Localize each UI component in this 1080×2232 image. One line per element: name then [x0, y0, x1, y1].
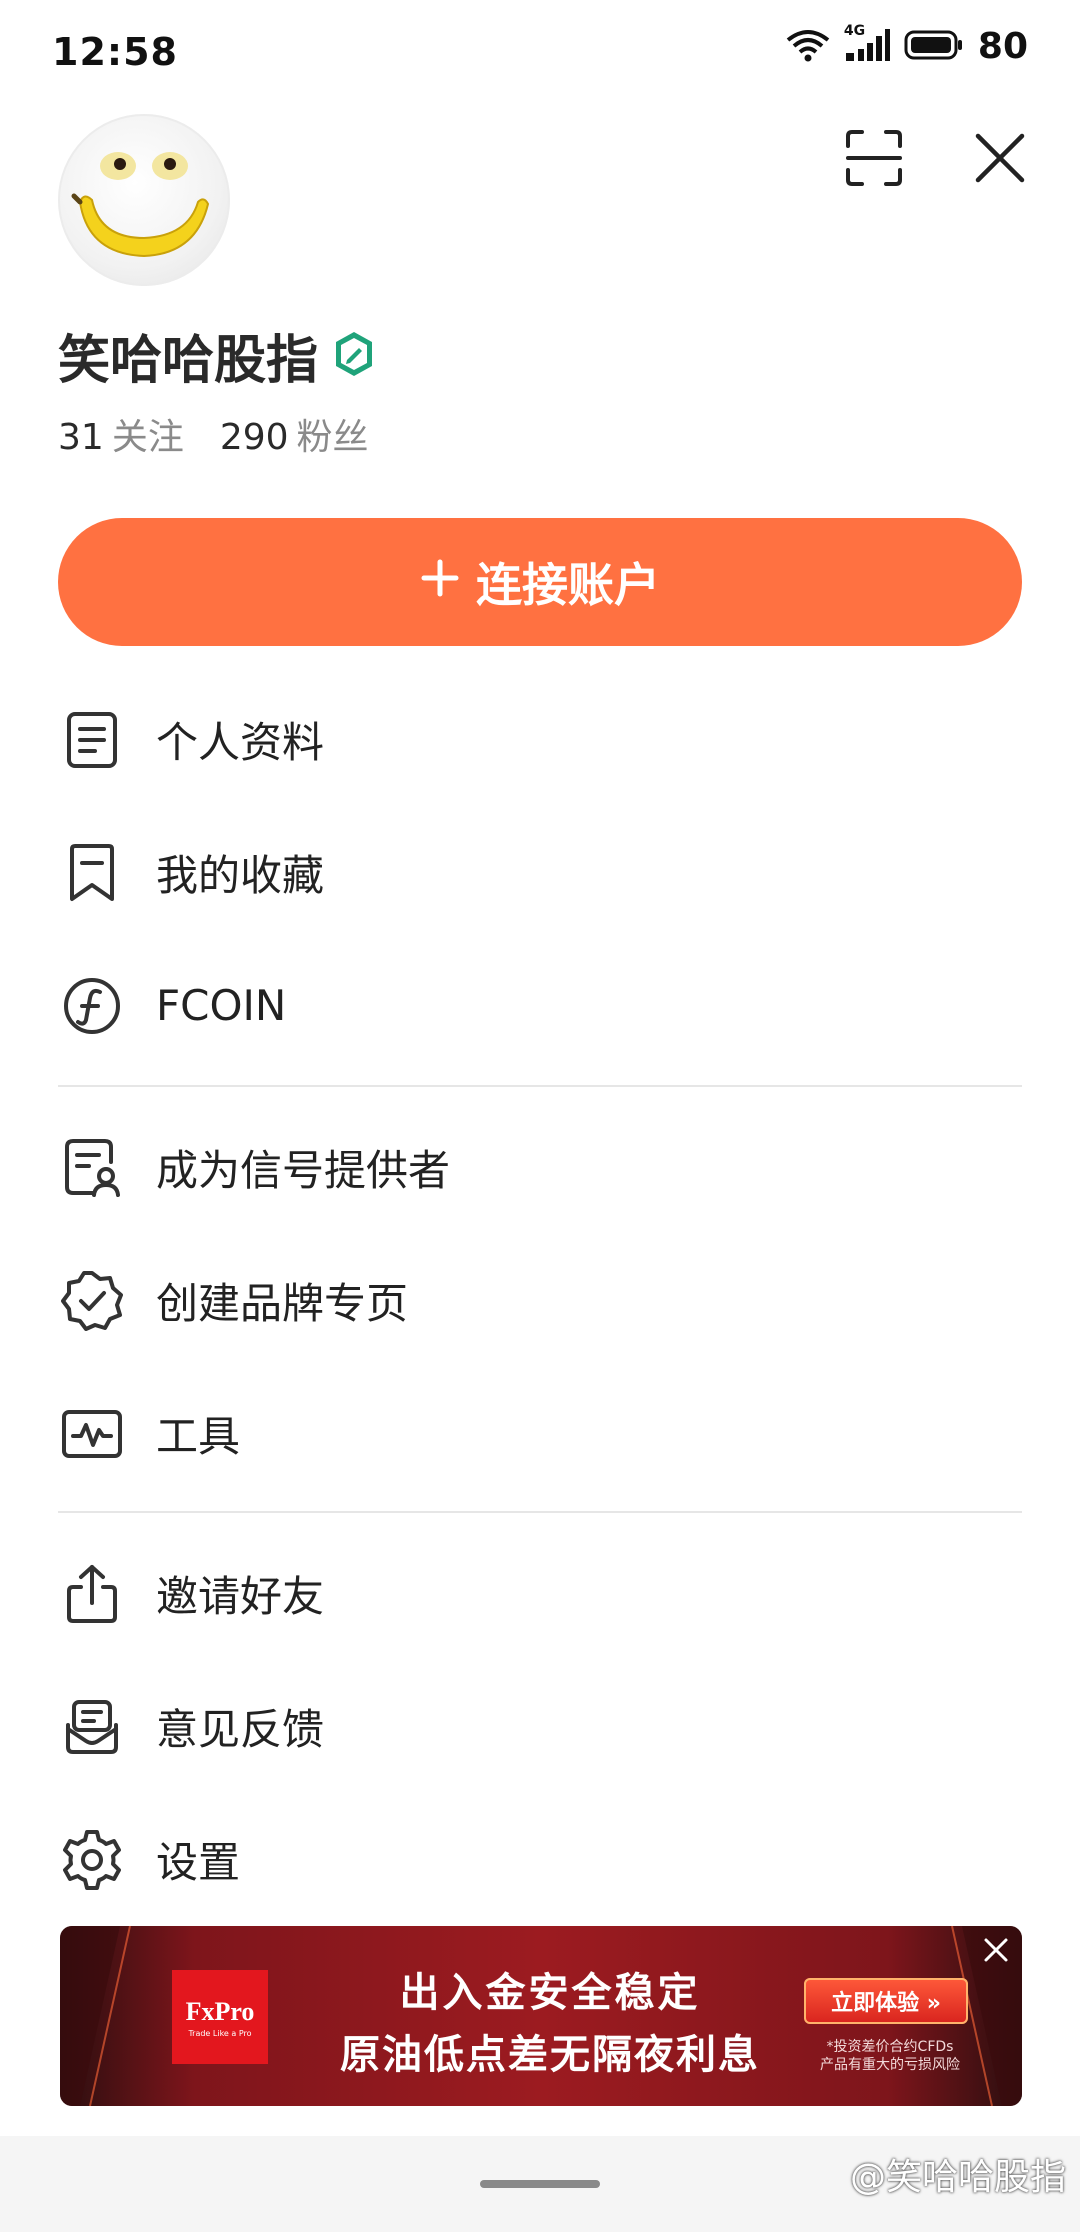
- status-icons: 4G 80: [786, 23, 1028, 67]
- cellular-signal-icon: 4G: [844, 23, 890, 67]
- fxpro-logo: FxPro Trade Like a Pro: [172, 1970, 268, 2064]
- verified-edit-badge-icon[interactable]: [332, 330, 376, 382]
- follow-stats: 31 关注 290 粉丝: [58, 408, 369, 460]
- menu-item-feedback[interactable]: 意见反馈: [0, 1660, 1080, 1793]
- user-name: 笑哈哈股指: [58, 331, 319, 391]
- ad-brand-tagline: Trade Like a Pro: [188, 2028, 252, 2038]
- menu-label: 成为信号提供者: [156, 1146, 451, 1195]
- avatar[interactable]: [58, 114, 230, 286]
- ad-close-button[interactable]: [976, 1932, 1016, 1972]
- menu-label: 个人资料: [156, 718, 325, 767]
- followers-count: 290: [219, 417, 289, 458]
- menu-item-invite-friends[interactable]: 邀请好友: [0, 1527, 1080, 1660]
- menu-label: 设置: [156, 1838, 241, 1887]
- battery-level: 80: [977, 26, 1028, 67]
- status-time: 12:58: [52, 30, 178, 74]
- ad-brand: FxPro: [185, 1996, 255, 2026]
- feedback-icon: [60, 1695, 124, 1759]
- connect-account-label: 连接账户: [476, 558, 660, 612]
- verified-badge-icon: [60, 1269, 124, 1333]
- menu-label: 邀请好友: [156, 1572, 325, 1621]
- scan-icon: [844, 128, 904, 192]
- ad-headline-2: 原油低点差无隔夜利息: [340, 2032, 760, 2078]
- menu-item-profile[interactable]: 个人资料: [0, 673, 1080, 806]
- menu-item-tools[interactable]: 工具: [0, 1367, 1080, 1500]
- close-button[interactable]: [960, 120, 1040, 200]
- tools-icon: [60, 1402, 124, 1466]
- following-count: 31: [58, 417, 104, 458]
- watermark: @笑哈哈股指: [849, 2157, 1066, 2198]
- menu-label: 工具: [156, 1412, 241, 1461]
- top-actions: [834, 120, 1040, 200]
- bottom-nav-area: @笑哈哈股指: [0, 2136, 1080, 2232]
- ad-risk-note-line1: *投资差价合约CFDs: [826, 2039, 954, 2055]
- close-icon: [972, 130, 1028, 190]
- close-icon: [983, 1937, 1009, 1967]
- signal-provider-icon: [60, 1136, 124, 1200]
- menu-item-brand-page[interactable]: 创建品牌专页: [0, 1234, 1080, 1367]
- fcoin-icon: [60, 974, 124, 1038]
- menu-group-3: 邀请好友 意见反馈 设置: [0, 1527, 1080, 1926]
- document-icon: [60, 708, 124, 772]
- share-icon: [60, 1562, 124, 1626]
- bookmark-icon: [60, 841, 124, 905]
- ad-risk-note: *投资差价合约CFDs 产品有重大的亏损风险: [800, 2038, 980, 2074]
- menu-item-signal-provider[interactable]: 成为信号提供者: [0, 1101, 1080, 1234]
- connect-account-button[interactable]: 连接账户: [58, 518, 1022, 646]
- plus-icon: [420, 555, 460, 609]
- menu-group-1: 个人资料 我的收藏 FCOIN: [0, 673, 1080, 1072]
- battery-icon: [904, 29, 964, 65]
- menu-label: 创建品牌专页: [156, 1279, 409, 1328]
- ad-headline-1: 出入金安全稳定: [399, 1970, 701, 2016]
- menu-item-settings[interactable]: 设置: [0, 1793, 1080, 1926]
- menu-item-fcoin[interactable]: FCOIN: [0, 939, 1080, 1072]
- ad-banner[interactable]: FxPro Trade Like a Pro 出入金安全稳定 原油低点差无隔夜利…: [60, 1926, 1022, 2106]
- following-stat[interactable]: 31 关注: [58, 408, 184, 460]
- menu-label: 意见反馈: [156, 1705, 325, 1754]
- followers-label: 粉丝: [296, 417, 369, 458]
- status-bar: 12:58 4G 80: [0, 0, 1080, 108]
- following-label: 关注: [111, 417, 184, 458]
- profile-name-row: 笑哈哈股指: [58, 318, 376, 393]
- network-type: 4G: [843, 22, 866, 39]
- menu-group-2: 成为信号提供者 创建品牌专页 工具: [0, 1101, 1080, 1500]
- wifi-icon: [786, 28, 830, 66]
- menu-item-favorites[interactable]: 我的收藏: [0, 806, 1080, 939]
- home-indicator[interactable]: [480, 2180, 600, 2188]
- divider: [58, 1511, 1022, 1513]
- followers-stat[interactable]: 290 粉丝: [220, 408, 369, 460]
- divider: [58, 1085, 1022, 1087]
- ad-cta-button[interactable]: 立即体验 »: [804, 1978, 968, 2024]
- gear-icon: [60, 1828, 124, 1892]
- menu-label: 我的收藏: [156, 851, 325, 900]
- menu-label: FCOIN: [156, 981, 287, 1030]
- scan-button[interactable]: [834, 120, 914, 200]
- ad-risk-note-line2: 产品有重大的亏损风险: [820, 2057, 960, 2073]
